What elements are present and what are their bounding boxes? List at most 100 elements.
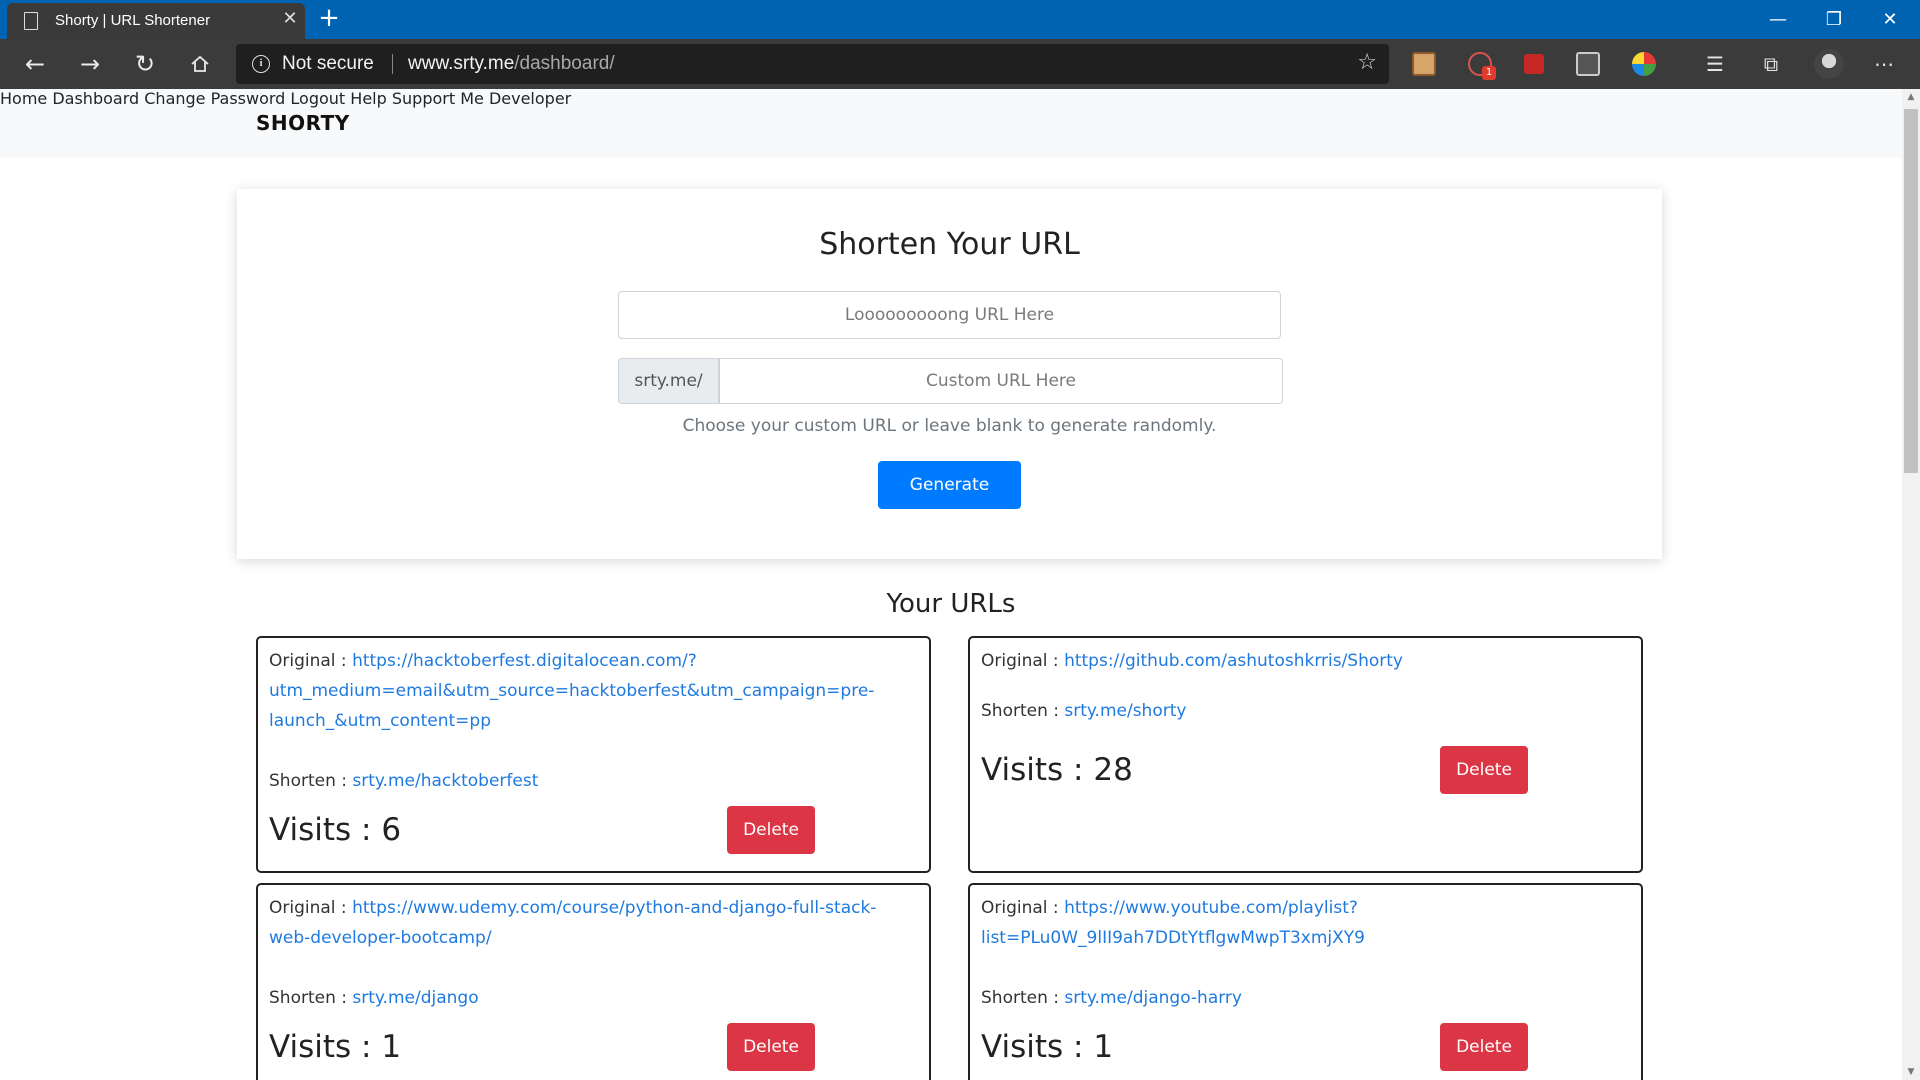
page-scrollbar[interactable]: ▲ ▼ [1902,89,1920,1080]
tab-title: Shorty | URL Shortener [55,12,211,29]
close-tab-icon[interactable]: ✕ [279,8,301,30]
browser-toolbar: ← → ↻ i Not secure www.srty.me/dashboard… [0,39,1920,89]
visits-label: Visits : [981,1029,1084,1065]
original-link-line: launch_&utm_content=pp [269,711,491,731]
home-icon[interactable] [181,45,219,83]
shorten-label: Shorten : [269,771,347,791]
original-line: Original : https://www.youtube.com/playl… [981,893,1621,953]
close-window-icon[interactable]: ✕ [1862,0,1918,39]
delete-button[interactable]: Delete [727,806,815,854]
delete-button[interactable]: Delete [1440,746,1528,794]
browser-tab[interactable]: Shorty | URL Shortener ✕ [7,3,305,39]
extension-badge-icon[interactable]: 1 [1468,52,1496,80]
url-path: /dashboard/ [514,53,615,74]
shorten-label: Shorten : [269,988,347,1008]
extension-avatar-icon[interactable] [1412,52,1436,76]
shorten-line: Shorten : srty.me/django-harry [981,983,1621,1013]
visits-count: Visits : 6 [269,812,401,848]
original-link-line: utm_medium=email&utm_source=hacktoberfes… [269,681,875,701]
page-icon [24,12,38,30]
shorten-line: Shorten : srty.me/hacktoberfest [269,766,909,796]
address-url[interactable]: www.srty.me/dashboard/ [408,53,615,75]
scroll-up-icon[interactable]: ▲ [1902,89,1920,105]
nav-logout[interactable]: Logout [290,89,345,108]
scroll-down-icon[interactable]: ▼ [1902,1064,1920,1080]
visits-value: 6 [381,812,402,848]
url-prefix: srty.me/ [618,358,719,404]
url-card: Original : https://www.youtube.com/playl… [968,883,1643,1080]
short-link[interactable]: srty.me/hacktoberfest [352,771,538,791]
shorten-line: Shorten : srty.me/django [269,983,909,1013]
original-link[interactable]: https://github.com/ashutoshkrris/Shorty [1064,651,1403,671]
original-link-line: https://www.youtube.com/playlist? [1064,898,1358,918]
original-line: Original : https://hacktoberfest.digital… [269,646,909,736]
browser-tab-bar: Shorty | URL Shortener ✕ + — ❐ ✕ [0,0,1920,39]
visits-value: 1 [381,1029,402,1065]
favorite-star-icon[interactable]: ☆ [1357,50,1377,75]
delete-button[interactable]: Delete [727,1023,815,1071]
generate-button[interactable]: Generate [878,461,1021,509]
scrollbar-thumb[interactable] [1904,109,1918,473]
minimize-icon[interactable]: — [1750,0,1806,39]
nav-home[interactable]: Home [0,89,47,108]
custom-url-help: Choose your custom URL or leave blank to… [682,416,1217,436]
restore-icon[interactable]: ❐ [1806,0,1862,39]
nav-developer[interactable]: Developer [489,89,571,108]
shorten-label: Shorten : [981,988,1059,1008]
nav-change-password[interactable]: Change Password [144,89,285,108]
custom-url-input[interactable] [719,358,1283,404]
short-link[interactable]: srty.me/django-harry [1064,988,1242,1008]
new-tab-button[interactable]: + [316,3,342,33]
site-navbar: SHORTY Home Dashboard Change Password Lo… [0,89,1902,158]
url-card: Original : https://hacktoberfest.digital… [256,636,931,873]
original-label: Original : [981,651,1059,671]
original-line: Original : https://www.udemy.com/course/… [269,893,909,953]
visits-count: Visits : 28 [981,752,1133,788]
favorites-icon[interactable]: ☰ [1698,47,1732,81]
visits-value: 28 [1093,752,1133,788]
shorten-line: Shorten : srty.me/shorty [981,696,1621,726]
extension-red-icon[interactable] [1524,54,1544,74]
shorten-heading: Shorten Your URL [819,227,1080,262]
original-label: Original : [269,898,347,918]
original-line: Original : https://github.com/ashutoshkr… [981,646,1621,676]
address-separator [392,54,393,74]
site-brand[interactable]: SHORTY [256,111,350,135]
shorten-card: Shorten Your URL srty.me/ Choose your cu… [237,189,1662,559]
short-link[interactable]: srty.me/shorty [1064,701,1186,721]
info-icon[interactable]: i [252,55,270,73]
short-link[interactable]: srty.me/django [352,988,478,1008]
security-label[interactable]: Not secure [282,53,374,75]
delete-button[interactable]: Delete [1440,1023,1528,1071]
forward-icon[interactable]: → [71,45,109,83]
original-link[interactable]: https://www.udemy.com/course/python-and-… [269,898,876,948]
address-bar[interactable]: i Not secure www.srty.me/dashboard/ ☆ [236,44,1389,84]
your-urls-title: Your URLs [886,589,1016,619]
long-url-input[interactable] [618,291,1281,339]
original-link-line: https://hacktoberfest.digitalocean.com/? [352,651,697,671]
nav-dashboard[interactable]: Dashboard [52,89,139,108]
profile-avatar[interactable] [1814,49,1844,79]
url-card: Original : https://www.udemy.com/course/… [256,883,931,1080]
collections-icon[interactable]: ⧉ [1754,47,1788,81]
visits-label: Visits : [981,752,1084,788]
visits-count: Visits : 1 [981,1029,1113,1065]
original-link-line: list=PLu0W_9lII9ah7DDtYtflgwMwpT3xmjXY9 [981,928,1365,948]
original-label: Original : [981,898,1059,918]
visits-label: Visits : [269,812,372,848]
visits-value: 1 [1093,1029,1114,1065]
shorten-label: Shorten : [981,701,1059,721]
url-host: www.srty.me [408,53,515,74]
extension-color-icon[interactable] [1632,52,1656,76]
original-link-line: web-developer-bootcamp/ [269,928,492,948]
visits-label: Visits : [269,1029,372,1065]
original-link-line: https://www.udemy.com/course/python-and-… [352,898,877,918]
more-menu-icon[interactable]: ⋯ [1867,47,1901,81]
page-viewport: SHORTY Home Dashboard Change Password Lo… [0,89,1902,1080]
nav-help[interactable]: Help [350,89,386,108]
back-icon[interactable]: ← [16,45,54,83]
refresh-icon[interactable]: ↻ [126,45,164,83]
original-link[interactable]: https://hacktoberfest.digitalocean.com/?… [269,651,874,731]
nav-support-me[interactable]: Support Me [392,89,484,108]
extension-shield-icon[interactable] [1576,52,1600,76]
